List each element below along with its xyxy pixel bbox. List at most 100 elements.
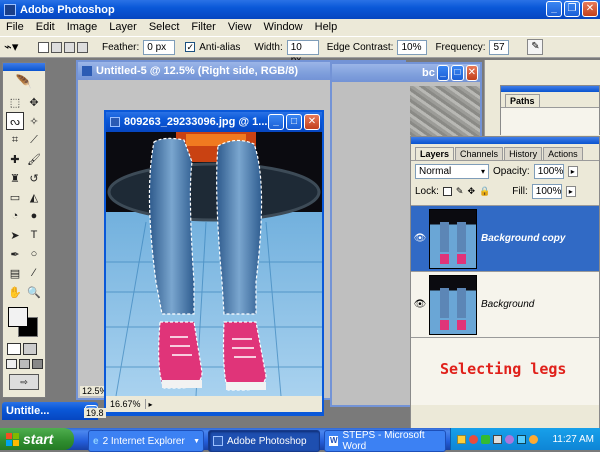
standard-mode-icon[interactable] bbox=[7, 343, 21, 355]
menu-view[interactable]: View bbox=[222, 19, 258, 36]
start-button[interactable]: start bbox=[0, 428, 74, 450]
doc-mid-title-bar[interactable]: bc _ □ ✕ bbox=[332, 64, 480, 82]
menu-filter[interactable]: Filter bbox=[185, 19, 221, 36]
tab-paths[interactable]: Paths bbox=[505, 94, 540, 107]
layer-row-background[interactable]: 👁 Background bbox=[411, 272, 599, 338]
jump-to-imageready-icon[interactable]: ⇨ bbox=[9, 374, 39, 390]
crop-tool-icon[interactable]: ⌗ bbox=[6, 131, 24, 149]
menu-window[interactable]: Window bbox=[258, 19, 309, 36]
frequency-label: Frequency: bbox=[435, 41, 486, 53]
taskbar-photoshop-label: Adobe Photoshop bbox=[227, 435, 307, 447]
doc-jpg-zoom[interactable]: 16.67% bbox=[106, 399, 146, 409]
eraser-tool-icon[interactable]: ▭ bbox=[6, 188, 24, 206]
blur-tool-icon[interactable]: ◔ bbox=[6, 207, 24, 225]
tab-channels[interactable]: Channels bbox=[455, 147, 504, 160]
doc-jpg-maximize[interactable]: □ bbox=[286, 114, 302, 130]
lock-transparency-icon[interactable] bbox=[442, 187, 452, 196]
lasso-tool-icon[interactable]: ᔓ bbox=[6, 112, 24, 130]
opacity-slider-arrow-icon[interactable]: ▸ bbox=[567, 166, 578, 177]
screen-mode-icon[interactable] bbox=[6, 359, 17, 369]
path-selection-icon[interactable]: ➤ bbox=[6, 226, 24, 244]
close-button[interactable]: ✕ bbox=[582, 1, 598, 17]
visibility-eye-icon[interactable]: 👁 bbox=[411, 299, 429, 310]
doc-jpg-close[interactable]: ✕ bbox=[304, 114, 320, 130]
doc-jpg-minimize[interactable]: _ bbox=[268, 114, 284, 130]
minimize-button[interactable]: _ bbox=[546, 1, 562, 17]
doc-mid-close[interactable]: ✕ bbox=[465, 65, 478, 81]
clock[interactable]: 11:27 AM bbox=[552, 434, 600, 445]
menu-help[interactable]: Help bbox=[309, 19, 344, 36]
tab-actions[interactable]: Actions bbox=[543, 147, 583, 160]
layer-name[interactable]: Background copy bbox=[481, 233, 565, 244]
lock-all-icon[interactable]: 🔒 bbox=[479, 186, 490, 197]
taskbar-photoshop[interactable]: Adobe Photoshop bbox=[208, 430, 320, 452]
taskbar-word[interactable]: W STEPS - Microsoft Word bbox=[324, 430, 446, 452]
history-brush-icon[interactable]: ↺ bbox=[25, 169, 43, 187]
slice-tool-icon[interactable]: ⟋ bbox=[25, 131, 43, 149]
fill-input[interactable]: 100% bbox=[531, 184, 562, 199]
tray-icon[interactable] bbox=[505, 434, 514, 444]
menu-layer[interactable]: Layer bbox=[103, 19, 143, 36]
healing-brush-icon[interactable]: ✚ bbox=[6, 150, 24, 168]
selection-mode-icons[interactable] bbox=[38, 41, 88, 53]
zoom-tool-icon[interactable]: 🔍 bbox=[25, 283, 43, 301]
taskbar-internet-explorer[interactable]: e 2 Internet Explorer ▼ bbox=[88, 430, 204, 452]
opacity-input[interactable]: 100% bbox=[533, 164, 564, 179]
options-bar: ⌁▾ Feather: 0 px ✓ Anti-alias Width: 10 … bbox=[0, 36, 600, 66]
paint-bucket-icon[interactable]: ◭ bbox=[25, 188, 43, 206]
frequency-input[interactable]: 57 bbox=[489, 39, 510, 55]
type-tool-icon[interactable]: T bbox=[25, 226, 43, 244]
blend-mode-value: Normal bbox=[419, 166, 452, 177]
color-swatches[interactable] bbox=[3, 305, 45, 341]
blend-mode-select[interactable]: Normal ▾ bbox=[415, 164, 489, 179]
menu-file[interactable]: File bbox=[0, 19, 30, 36]
doc-jpg-status-arrow-icon[interactable]: ▸ bbox=[146, 400, 156, 409]
magic-wand-icon[interactable]: ✧ bbox=[25, 112, 43, 130]
layer-name[interactable]: Background bbox=[481, 299, 534, 310]
pen-tool-icon[interactable]: ✒ bbox=[6, 245, 24, 263]
toolbox: 🪶 ⬚ ✥ ᔓ ✧ ⌗ ⟋ ✚ 🖌 ♜ ↺ ▭ ◭ ◔ ● ➤ T ✒ ○ ▤ … bbox=[2, 62, 46, 398]
doc-mid-maximize[interactable]: □ bbox=[451, 65, 464, 81]
brush-tool-icon[interactable]: 🖌 bbox=[25, 150, 43, 168]
lock-label: Lock: bbox=[415, 186, 439, 197]
width-input[interactable]: 10 px bbox=[286, 39, 319, 66]
feather-input[interactable]: 0 px bbox=[143, 39, 176, 55]
quickmask-mode-icon[interactable] bbox=[23, 343, 37, 355]
menu-image[interactable]: Image bbox=[61, 19, 104, 36]
antialias-checkbox[interactable]: ✓ bbox=[185, 42, 196, 52]
shape-tool-icon[interactable]: ○ bbox=[25, 245, 43, 263]
tray-icon[interactable] bbox=[481, 434, 490, 444]
photo-canvas[interactable] bbox=[106, 132, 322, 396]
move-tool-icon[interactable]: ✥ bbox=[25, 93, 43, 111]
chevron-down-icon: ▾ bbox=[480, 167, 485, 176]
tray-icon[interactable] bbox=[457, 434, 466, 444]
doc-mid-minimize[interactable]: _ bbox=[436, 65, 450, 81]
restore-button[interactable]: ❐ bbox=[564, 1, 580, 17]
lock-paint-icon[interactable]: ✎ bbox=[456, 186, 464, 197]
clone-stamp-icon[interactable]: ♜ bbox=[6, 169, 24, 187]
visibility-eye-icon[interactable]: 👁 bbox=[411, 233, 429, 244]
tab-history[interactable]: History bbox=[504, 147, 543, 160]
menu-select[interactable]: Select bbox=[143, 19, 186, 36]
edge-contrast-input[interactable]: 10% bbox=[397, 39, 428, 55]
tray-icon[interactable] bbox=[493, 434, 502, 444]
hand-tool-icon[interactable]: ✋ bbox=[6, 283, 24, 301]
stylus-pressure-icon[interactable]: ✎ bbox=[527, 39, 544, 55]
menu-edit[interactable]: Edit bbox=[30, 19, 61, 36]
lock-move-icon[interactable]: ✥ bbox=[467, 186, 475, 197]
tray-icon[interactable] bbox=[469, 434, 478, 444]
tab-layers[interactable]: Layers bbox=[415, 147, 455, 160]
dodge-tool-icon[interactable]: ● bbox=[25, 207, 43, 225]
windows-logo-icon bbox=[6, 432, 19, 446]
marquee-tool-icon[interactable]: ⬚ bbox=[6, 93, 24, 111]
taskbar-word-label: STEPS - Microsoft Word bbox=[342, 430, 425, 452]
doc-jpg-title-bar[interactable]: 809263_29233096.jpg @ 1... _ □ ✕ bbox=[106, 112, 322, 132]
tray-icon[interactable] bbox=[529, 434, 538, 444]
notes-tool-icon[interactable]: ▤ bbox=[6, 264, 24, 282]
tray-icon[interactable] bbox=[517, 434, 526, 444]
eyedropper-icon[interactable]: ⁄ bbox=[25, 264, 43, 282]
magnetic-lasso-icon[interactable]: ⌁▾ bbox=[4, 39, 28, 55]
fill-slider-arrow-icon[interactable]: ▸ bbox=[565, 186, 576, 197]
photoshop-app-icon bbox=[4, 3, 16, 16]
layer-row-background-copy[interactable]: 👁 Background copy bbox=[411, 206, 599, 272]
